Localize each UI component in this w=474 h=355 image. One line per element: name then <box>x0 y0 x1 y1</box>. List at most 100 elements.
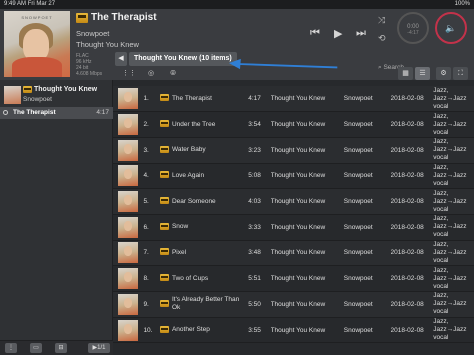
table-row[interactable]: 2. Under the Tree 3:54 Thought You Knew Snow… <box>113 111 474 138</box>
track-thumbnail <box>113 214 140 241</box>
now-playing-artist[interactable]: Snowpoet <box>76 29 109 38</box>
table-row[interactable]: 5. Dear Someone 4:03 Thought You Knew Snowpo… <box>113 188 474 215</box>
track-genre: Jazz, Jazz→Jazz vocal <box>433 291 474 318</box>
track-title: The Therapist <box>171 86 249 113</box>
track-thumbnail <box>113 240 140 267</box>
volume-icon[interactable]: 🔈 <box>435 12 467 44</box>
table-row[interactable]: 8. Two of Cups 5:51 Thought You Knew Snowpoe… <box>113 265 474 292</box>
track-number: 4. <box>139 163 160 190</box>
track-genre: Jazz, Jazz→Jazz vocal <box>433 163 474 190</box>
track-date: 2018-02-08 <box>390 214 434 241</box>
track-album: Thought You Knew <box>270 86 344 113</box>
track-genre: Jazz, Jazz→Jazz vocal <box>433 86 474 113</box>
track-album: Thought You Knew <box>270 163 344 190</box>
track-number: 6. <box>139 214 160 241</box>
track-thumbnail <box>113 265 140 292</box>
audio-format-info: FLAC 96 kHz 24 bit 4.608 Mbps <box>76 53 103 77</box>
tab-grid[interactable]: ⋮⋮ <box>119 68 139 80</box>
track-number: 5. <box>139 188 160 215</box>
track-title: Water Baby <box>171 137 249 164</box>
table-row[interactable]: 9. It's Already Better Than Ok 5:50 Thought… <box>113 291 474 318</box>
table-row[interactable]: 3. Water Baby 3:23 Thought You Knew Snowpoet… <box>113 137 474 164</box>
table-row[interactable]: 1. The Therapist 4:17 Thought You Knew Snowp… <box>113 86 474 113</box>
track-genre: Jazz, Jazz→Jazz vocal <box>433 317 474 344</box>
settings-icon[interactable]: ⚙ <box>436 67 451 80</box>
track-title: Love Again <box>171 163 249 190</box>
album-track-list-panel: ◀ Thought You Knew (10 items) ⋮⋮ ◎ ⦾ ▦ ☰… <box>113 52 474 355</box>
track-album: Thought You Knew <box>270 111 344 138</box>
track-date: 2018-02-08 <box>390 265 434 292</box>
breadcrumb[interactable]: Thought You Knew (10 items) <box>129 52 237 66</box>
table-row[interactable]: 7. Pixel 3:48 Thought You Knew Snowpoet 2018-… <box>113 240 474 267</box>
track-genre: Jazz, Jazz→Jazz vocal <box>433 240 474 267</box>
shuffle-icon[interactable]: ⤨ <box>378 15 385 26</box>
track-number: 2. <box>139 111 160 138</box>
track-genre: Jazz, Jazz→Jazz vocal <box>433 111 474 138</box>
repeat-icon[interactable]: ⟲ <box>378 33 386 44</box>
track-number: 9. <box>139 291 160 318</box>
track-number: 7. <box>139 240 160 267</box>
track-title: Two of Cups <box>171 265 249 292</box>
table-row[interactable]: 4. Love Again 5:08 Thought You Knew Snowpoet… <box>113 163 474 190</box>
track-album: Thought You Knew <box>270 317 344 344</box>
track-date: 2018-02-08 <box>390 291 434 318</box>
queue-panel: Thought You Knew Snowpoet The Therapist … <box>0 80 113 340</box>
hires-badge-icon <box>23 86 32 93</box>
table-row[interactable]: 6. Snow 3:33 Thought You Knew Snowpoet 2018-0… <box>113 214 474 241</box>
skip-back-icon[interactable]: ⏮ <box>310 27 320 40</box>
track-artist: Snowpoet <box>343 111 391 138</box>
track-thumbnail <box>113 137 140 164</box>
status-bar: 9:49 AM Fri Mar 27 100% <box>0 0 474 9</box>
track-date: 2018-02-08 <box>390 188 434 215</box>
skip-forward-icon[interactable]: ⏭ <box>356 27 366 40</box>
track-date: 2018-02-08 <box>390 240 434 267</box>
hires-badge-icon <box>159 291 172 318</box>
track-title: It's Already Better Than Ok <box>171 291 249 318</box>
track-duration: 5:50 <box>248 291 271 318</box>
hires-badge-icon <box>159 214 172 241</box>
hires-badge-icon <box>159 111 172 138</box>
queue-track-row[interactable]: The Therapist 4:17 <box>0 107 113 119</box>
track-thumbnail <box>113 111 140 138</box>
track-genre: Jazz, Jazz→Jazz vocal <box>433 137 474 164</box>
queue-album-thumbnail <box>4 86 21 104</box>
grid-view-icon[interactable]: ▦ <box>398 67 413 80</box>
table-row[interactable]: 10. Another Step 3:55 Thought You Knew Snowp… <box>113 317 474 344</box>
track-genre: Jazz, Jazz→Jazz vocal <box>433 214 474 241</box>
album-cover[interactable]: SNOWPOET <box>4 11 70 77</box>
track-thumbnail <box>113 86 140 113</box>
queue-album-artist: Snowpoet <box>23 96 52 103</box>
tab-radio[interactable]: ⦾ <box>163 68 183 80</box>
hires-badge-icon <box>76 12 88 23</box>
annotation-arrow <box>229 58 338 70</box>
save-queue-icon[interactable]: ⊟ <box>55 343 67 353</box>
fullscreen-icon[interactable]: ⛶ <box>453 67 468 80</box>
now-playing-album[interactable]: Thought You Knew <box>76 40 139 49</box>
playing-indicator-icon <box>3 110 8 115</box>
track-title: Snow <box>171 214 249 241</box>
track-genre: Jazz, Jazz→Jazz vocal <box>433 265 474 292</box>
hires-badge-icon <box>159 137 172 164</box>
playback-timer[interactable]: 0:00 -4:17 <box>397 12 429 44</box>
now-playing-title: The Therapist <box>76 12 157 23</box>
track-number: 8. <box>139 265 160 292</box>
queue-position-button[interactable]: ▶1/1 <box>88 343 110 353</box>
queue-track-duration: 4:17 <box>96 109 109 116</box>
track-artist: Snowpoet <box>343 137 391 164</box>
battery-indicator: 100% <box>454 1 470 7</box>
track-duration: 3:48 <box>248 240 271 267</box>
track-thumbnail <box>113 188 140 215</box>
play-icon[interactable]: ▶ <box>334 27 342 40</box>
track-album: Thought You Knew <box>270 188 344 215</box>
menu-icon[interactable]: ⋮ <box>5 343 17 353</box>
tab-search[interactable]: ◎ <box>141 68 161 80</box>
back-button[interactable]: ◀ <box>115 52 127 66</box>
trash-icon[interactable]: ▭ <box>30 343 42 353</box>
queue-album-header[interactable]: Thought You Knew Snowpoet <box>0 86 113 108</box>
track-thumbnail <box>113 317 140 344</box>
list-view-icon[interactable]: ☰ <box>415 67 430 80</box>
track-date: 2018-02-08 <box>390 317 434 344</box>
hires-badge-icon <box>159 317 172 344</box>
track-duration: 5:51 <box>248 265 271 292</box>
track-duration: 5:08 <box>248 163 271 190</box>
